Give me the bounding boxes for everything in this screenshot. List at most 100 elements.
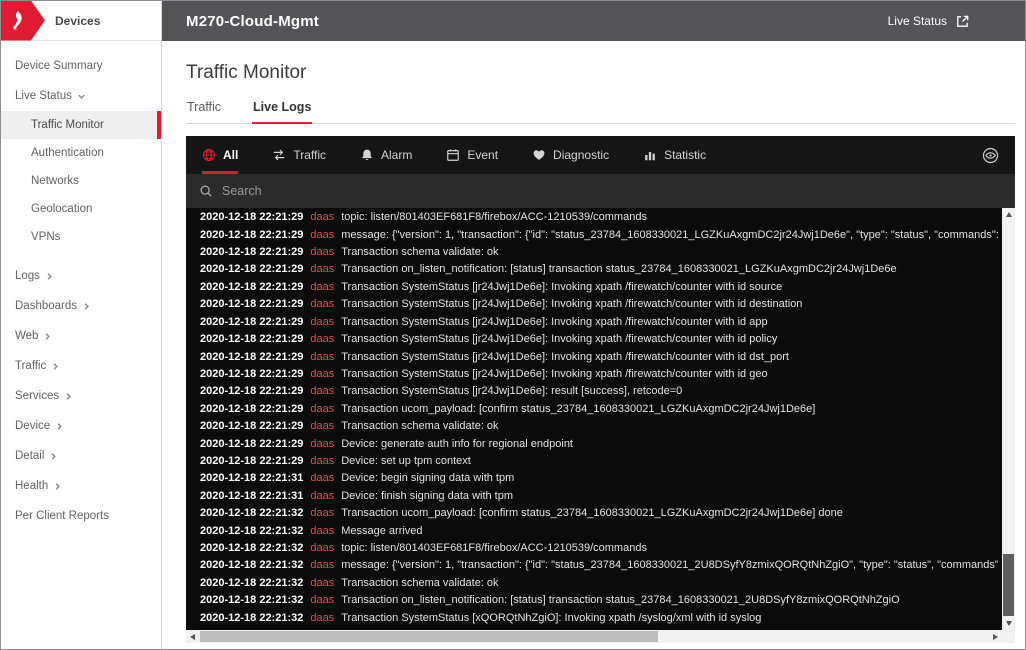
tab-traffic[interactable]: Traffic bbox=[186, 100, 222, 123]
log-row[interactable]: 2020-12-18 22:21:32daasMessage arrived bbox=[200, 523, 998, 540]
filter-tab-event[interactable]: Event bbox=[446, 136, 498, 174]
sidebar-item-per-client-reports[interactable]: Per Client Reports bbox=[1, 501, 161, 531]
log-timestamp: 2020-12-18 22:21:32 bbox=[200, 594, 303, 606]
live-status-label: Live Status bbox=[888, 14, 947, 28]
scroll-down-button[interactable] bbox=[1002, 617, 1015, 630]
log-row[interactable]: 2020-12-18 22:21:29daasTransaction Syste… bbox=[200, 314, 998, 331]
tab-live-logs[interactable]: Live Logs bbox=[252, 100, 312, 123]
sidebar-item-web[interactable]: Web bbox=[1, 321, 161, 351]
log-message: Transaction schema validate: ok bbox=[341, 246, 498, 258]
sidebar-item-detail[interactable]: Detail bbox=[1, 441, 161, 471]
vertical-scroll-track[interactable] bbox=[1002, 221, 1015, 617]
watchguard-flame-logo[interactable] bbox=[1, 1, 45, 41]
log-row[interactable]: 2020-12-18 22:21:29daasTransaction ucom_… bbox=[200, 401, 998, 418]
log-row[interactable]: 2020-12-18 22:21:32daasTransaction Syste… bbox=[200, 610, 998, 627]
log-message: Transaction SystemStatus [jr24Jwj1De6e]:… bbox=[341, 281, 782, 293]
sidebar-item-dashboards[interactable]: Dashboards bbox=[1, 291, 161, 321]
horizontal-scrollbar[interactable] bbox=[186, 630, 1015, 643]
sidebar-item-label: Web bbox=[15, 330, 38, 342]
sidebar-item-geolocation[interactable]: Geolocation bbox=[1, 195, 161, 223]
filter-tab-statistic[interactable]: Statistic bbox=[643, 136, 706, 174]
live-status-link[interactable]: Live Status bbox=[888, 14, 1025, 29]
log-timestamp: 2020-12-18 22:21:29 bbox=[200, 368, 303, 380]
log-row[interactable]: 2020-12-18 22:21:29daastopic: listen/801… bbox=[200, 209, 998, 226]
log-row[interactable]: 2020-12-18 22:21:29daasDevice: generate … bbox=[200, 436, 998, 453]
log-message: Transaction on_listen_notification: [sta… bbox=[341, 263, 896, 275]
log-row[interactable]: 2020-12-18 22:21:29daasTransaction Syste… bbox=[200, 366, 998, 383]
sidebar-item-device-summary[interactable]: Device Summary bbox=[1, 51, 161, 81]
log-row[interactable]: 2020-12-18 22:21:29daasTransaction Syste… bbox=[200, 349, 998, 366]
log-source: daas bbox=[310, 525, 334, 537]
sidebar-item-label: Device bbox=[15, 420, 50, 432]
log-row[interactable]: 2020-12-18 22:21:32daasTransaction schem… bbox=[200, 575, 998, 592]
sidebar-item-authentication[interactable]: Authentication bbox=[1, 139, 161, 167]
log-timestamp: 2020-12-18 22:21:32 bbox=[200, 577, 303, 589]
vertical-scrollbar[interactable] bbox=[1002, 208, 1015, 630]
horizontal-scroll-track[interactable] bbox=[199, 630, 989, 643]
log-row[interactable]: 2020-12-18 22:21:29daasmessage: {"versio… bbox=[200, 227, 998, 244]
log-row[interactable]: 2020-12-18 22:21:29daasTransaction schem… bbox=[200, 418, 998, 435]
log-timestamp: 2020-12-18 22:21:29 bbox=[200, 385, 303, 397]
sidebar-item-device[interactable]: Device bbox=[1, 411, 161, 441]
log-timestamp: 2020-12-18 22:21:31 bbox=[200, 472, 303, 484]
log-source: daas bbox=[310, 298, 334, 310]
sidebar-item-traffic[interactable]: Traffic bbox=[1, 351, 161, 381]
log-source: daas bbox=[310, 316, 334, 328]
sidebar-item-live-status[interactable]: Live Status bbox=[1, 81, 161, 111]
log-row[interactable]: 2020-12-18 22:21:29daasTransaction Syste… bbox=[200, 383, 998, 400]
scroll-left-button[interactable] bbox=[186, 630, 199, 643]
scroll-right-button[interactable] bbox=[989, 630, 1002, 643]
sidebar-item-logs[interactable]: Logs bbox=[1, 261, 161, 291]
sidebar-item-label: Traffic bbox=[15, 360, 46, 372]
log-row[interactable]: 2020-12-18 22:21:32daasmessage: {"versio… bbox=[200, 557, 998, 574]
sidebar-item-label: Traffic Monitor bbox=[31, 119, 104, 131]
sidebar-item-label: Device Summary bbox=[15, 60, 103, 72]
live-logs-console: All Traffic bbox=[186, 136, 1015, 643]
live-view-toggle[interactable] bbox=[982, 136, 999, 174]
log-row[interactable]: 2020-12-18 22:21:29daasTransaction Syste… bbox=[200, 331, 998, 348]
log-source: daas bbox=[310, 229, 334, 241]
log-source: daas bbox=[310, 559, 334, 571]
sidebar-item-traffic-monitor[interactable]: Traffic Monitor bbox=[1, 111, 161, 139]
filter-tab-all[interactable]: All bbox=[202, 136, 238, 174]
scrollbar-corner bbox=[1002, 630, 1015, 643]
sidebar-item-label: Geolocation bbox=[31, 203, 92, 215]
log-timestamp: 2020-12-18 22:21:29 bbox=[200, 263, 303, 275]
scroll-up-button[interactable] bbox=[1002, 208, 1015, 221]
log-row[interactable]: 2020-12-18 22:21:32daastopic: listen/801… bbox=[200, 540, 998, 557]
log-filter-toolbar: All Traffic bbox=[186, 136, 1015, 174]
log-row[interactable]: 2020-12-18 22:21:31daasDevice: begin sig… bbox=[200, 470, 998, 487]
log-row[interactable]: 2020-12-18 22:21:29daasDevice: set up tp… bbox=[200, 453, 998, 470]
filter-tab-alarm[interactable]: Alarm bbox=[360, 136, 412, 174]
log-source: daas bbox=[310, 351, 334, 363]
log-source: daas bbox=[310, 612, 334, 624]
filter-tab-traffic[interactable]: Traffic bbox=[272, 136, 326, 174]
sidebar-item-label: Networks bbox=[31, 175, 79, 187]
log-source: daas bbox=[310, 490, 334, 502]
log-row[interactable]: 2020-12-18 22:21:29daasTransaction Syste… bbox=[200, 279, 998, 296]
external-link-icon bbox=[955, 14, 970, 29]
sidebar-item-label: Live Status bbox=[15, 90, 72, 102]
horizontal-scroll-thumb[interactable] bbox=[200, 631, 658, 642]
log-row[interactable]: 2020-12-18 22:21:29daasTransaction Syste… bbox=[200, 296, 998, 313]
log-message: topic: listen/801403EF681F8/firebox/ACC-… bbox=[341, 211, 647, 223]
log-row[interactable]: 2020-12-18 22:21:32daasTransaction on_li… bbox=[200, 592, 998, 609]
log-row[interactable]: 2020-12-18 22:21:31daasDevice: finish si… bbox=[200, 488, 998, 505]
log-row[interactable]: 2020-12-18 22:21:29daasTransaction on_li… bbox=[200, 261, 998, 278]
sidebar-item-health[interactable]: Health bbox=[1, 471, 161, 501]
app-window: Devices Device Summary Live Status Traff… bbox=[0, 0, 1026, 650]
log-timestamp: 2020-12-18 22:21:31 bbox=[200, 490, 303, 502]
log-message: Transaction schema validate: ok bbox=[341, 420, 498, 432]
filter-tab-diagnostic[interactable]: Diagnostic bbox=[532, 136, 609, 174]
log-source: daas bbox=[310, 455, 334, 467]
search-input[interactable] bbox=[222, 184, 1002, 198]
sidebar-item-networks[interactable]: Networks bbox=[1, 167, 161, 195]
sidebar-item-vpns[interactable]: VPNs bbox=[1, 223, 161, 251]
log-search-bar bbox=[186, 174, 1015, 208]
log-row[interactable]: 2020-12-18 22:21:32daasTransaction ucom_… bbox=[200, 505, 998, 522]
vertical-scroll-thumb[interactable] bbox=[1003, 554, 1014, 616]
log-row[interactable]: 2020-12-18 22:21:29daasTransaction schem… bbox=[200, 244, 998, 261]
log-source: daas bbox=[310, 420, 334, 432]
log-message: Transaction on_listen_notification: [sta… bbox=[341, 594, 899, 606]
sidebar-item-services[interactable]: Services bbox=[1, 381, 161, 411]
